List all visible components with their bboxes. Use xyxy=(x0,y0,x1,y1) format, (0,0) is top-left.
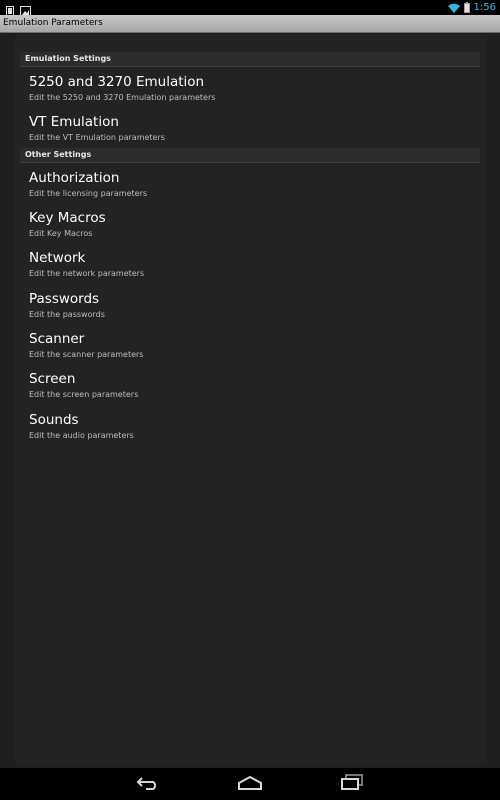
pref-item-key-macros[interactable]: Key Macros Edit Key Macros xyxy=(29,210,469,246)
recent-apps-icon xyxy=(340,774,364,794)
section-header-emulation-settings: Emulation Settings xyxy=(20,52,480,67)
title-bar: Emulation Parameters xyxy=(0,15,500,33)
status-time: 1:56 xyxy=(473,2,496,13)
pref-item-5250-3270-emulation[interactable]: 5250 and 3270 Emulation Edit the 5250 an… xyxy=(29,74,469,110)
section-header-other-settings: Other Settings xyxy=(20,148,480,163)
section-header-label: Other Settings xyxy=(25,150,92,159)
pref-item-sounds[interactable]: Sounds Edit the audio parameters xyxy=(29,412,469,448)
pref-item-authorization[interactable]: Authorization Edit the licensing paramet… xyxy=(29,170,469,206)
pref-item-title: Key Macros xyxy=(29,210,106,226)
pref-item-title: Network xyxy=(29,250,86,266)
pref-item-summary: Edit the passwords xyxy=(29,310,105,319)
preferences-content[interactable]: Emulation Settings 5250 and 3270 Emulati… xyxy=(0,33,500,768)
pref-item-title: 5250 and 3270 Emulation xyxy=(29,74,205,90)
pref-item-network[interactable]: Network Edit the network parameters xyxy=(29,250,469,286)
home-icon xyxy=(237,775,263,794)
pref-item-title: Passwords xyxy=(29,291,100,307)
pref-item-title: Sounds xyxy=(29,412,79,428)
pref-item-summary: Edit the VT Emulation parameters xyxy=(29,133,165,142)
section-header-label: Emulation Settings xyxy=(25,54,111,63)
pref-item-title: Screen xyxy=(29,371,76,387)
pref-item-screen[interactable]: Screen Edit the screen parameters xyxy=(29,371,469,407)
back-icon xyxy=(136,775,160,794)
status-bar: 1:56 xyxy=(0,0,500,17)
navigation-bar xyxy=(0,768,500,800)
pref-item-title: VT Emulation xyxy=(29,114,119,130)
recent-apps-button[interactable] xyxy=(332,772,372,796)
pref-item-passwords[interactable]: Passwords Edit the passwords xyxy=(29,291,469,327)
pref-item-title: Authorization xyxy=(29,170,120,186)
pref-item-summary: Edit the licensing parameters xyxy=(29,189,148,198)
pref-item-summary: Edit the audio parameters xyxy=(29,431,134,440)
pref-item-vt-emulation[interactable]: VT Emulation Edit the VT Emulation param… xyxy=(29,114,469,150)
pref-item-summary: Edit the network parameters xyxy=(29,269,145,278)
pref-item-title: Scanner xyxy=(29,331,85,347)
pref-item-summary: Edit the screen parameters xyxy=(29,390,139,399)
pref-item-scanner[interactable]: Scanner Edit the scanner parameters xyxy=(29,331,469,367)
page-title: Emulation Parameters xyxy=(3,18,103,28)
pref-item-summary: Edit Key Macros xyxy=(29,229,93,238)
pref-item-summary: Edit the 5250 and 3270 Emulation paramet… xyxy=(29,93,216,102)
home-button[interactable] xyxy=(230,772,270,796)
back-button[interactable] xyxy=(128,772,168,796)
pref-item-summary: Edit the scanner parameters xyxy=(29,350,144,359)
